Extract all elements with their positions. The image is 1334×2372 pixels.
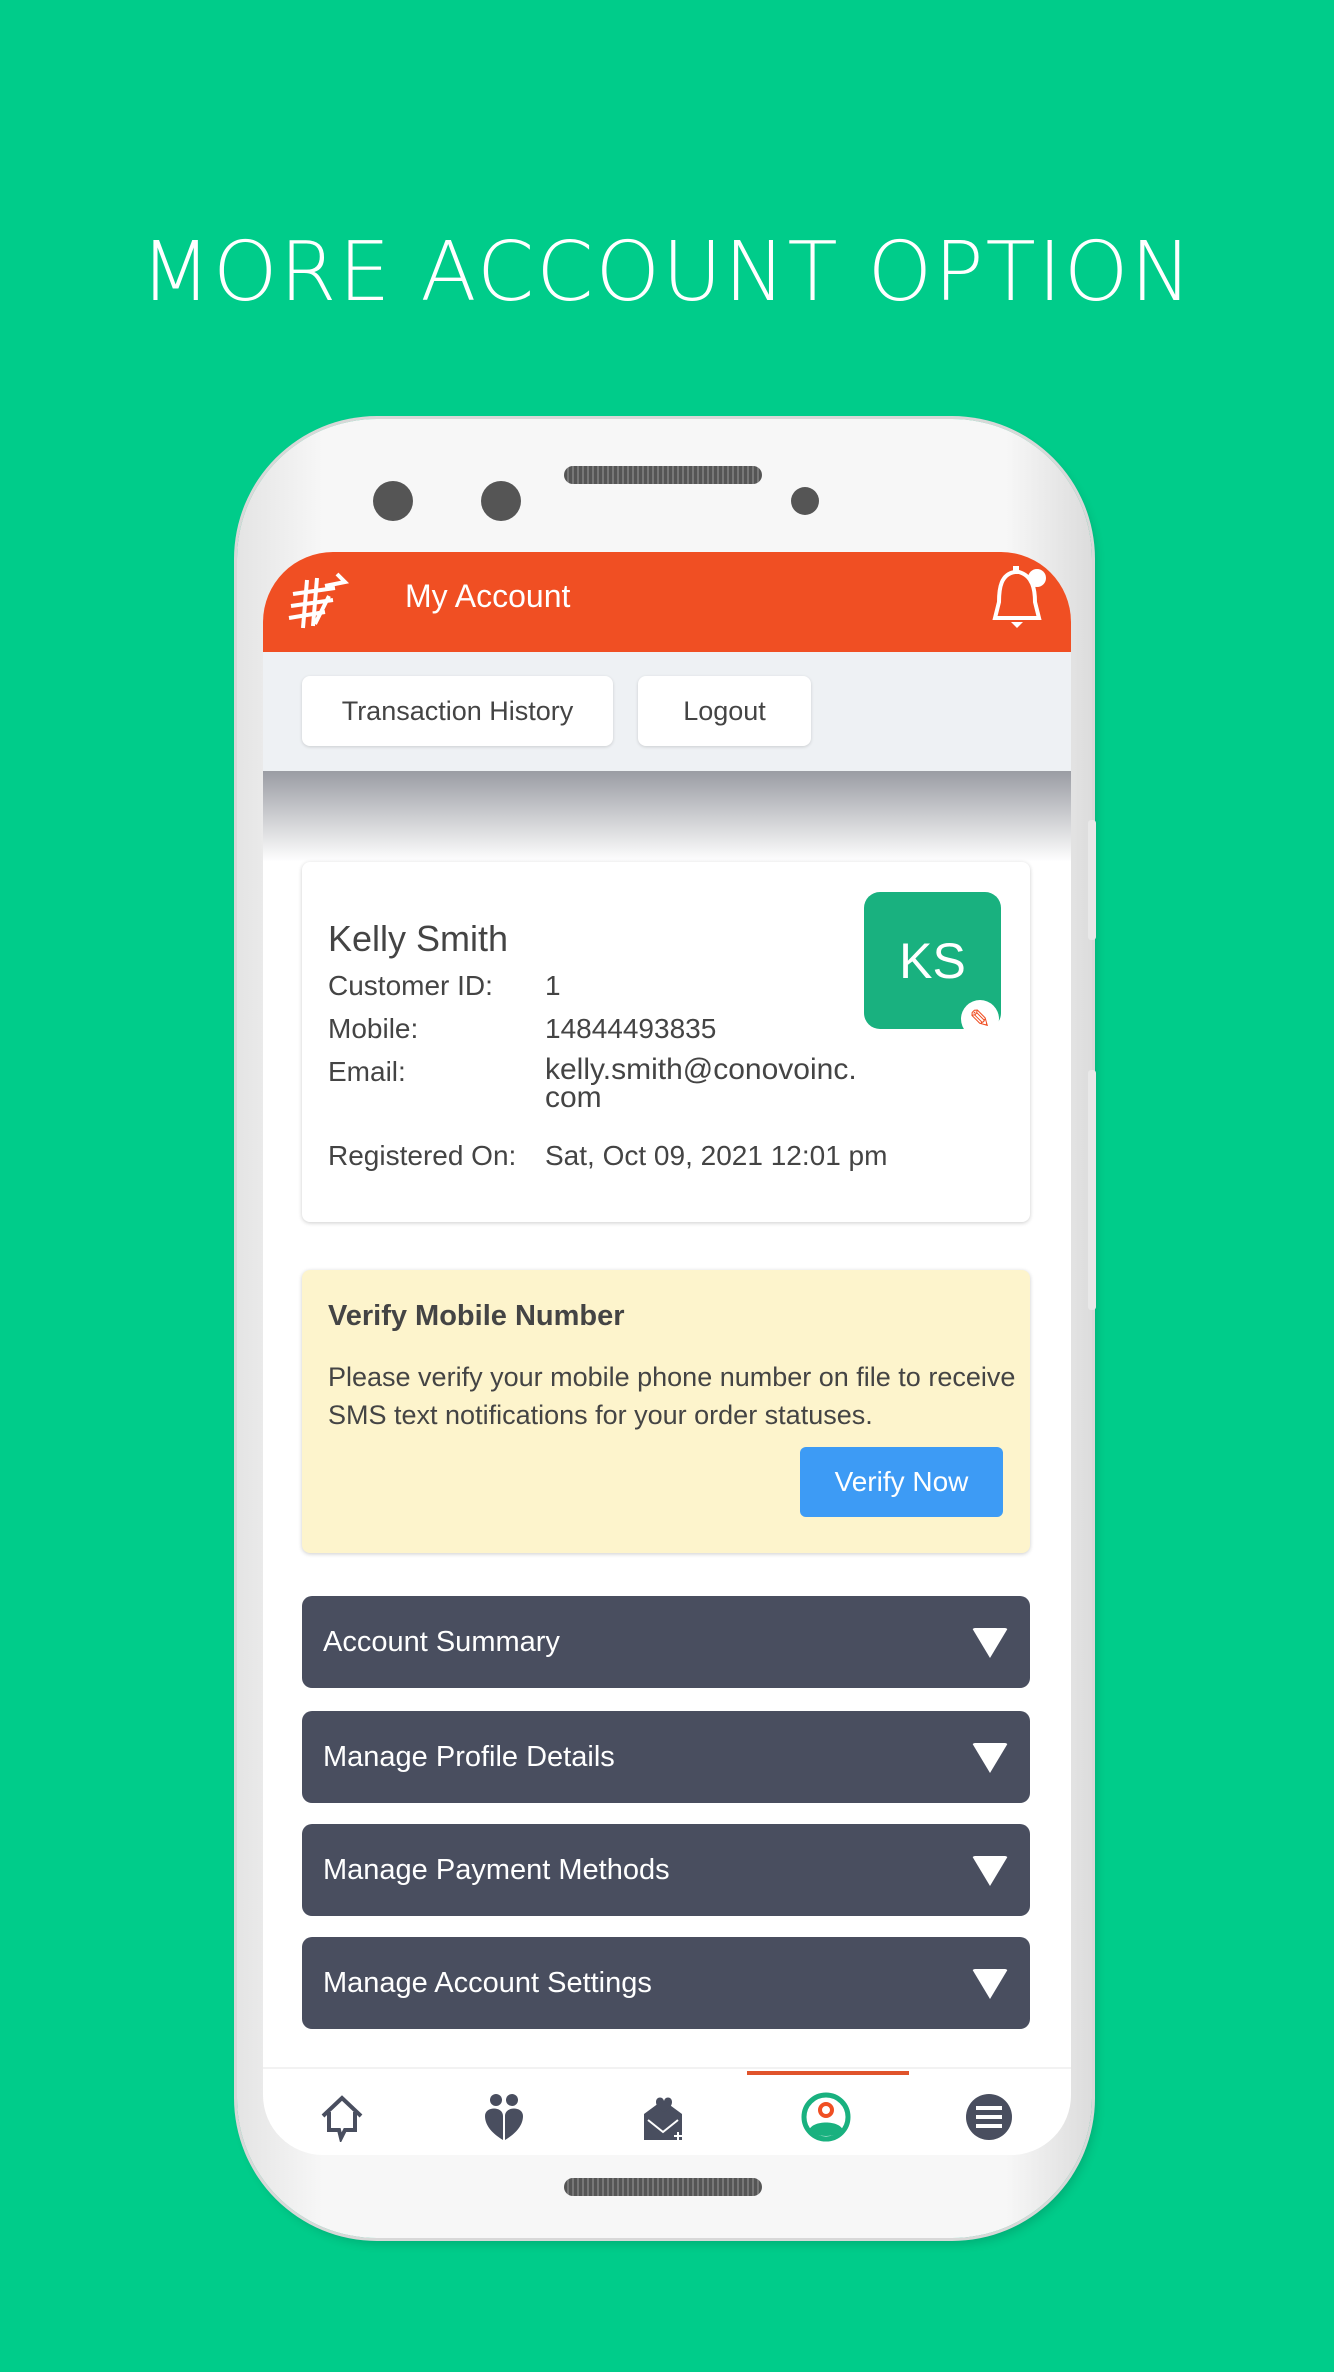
home-icon[interactable] [317, 2092, 367, 2142]
logout-button[interactable]: Logout [638, 676, 811, 746]
transaction-history-button[interactable]: Transaction History [302, 676, 613, 746]
currency-exchange-logo [288, 572, 350, 629]
verify-message: Please verify your mobile phone number o… [328, 1362, 1016, 1430]
bell-icon[interactable] [983, 564, 1053, 638]
email-label: Email: [328, 1056, 406, 1087]
manage-settings-section[interactable]: Manage Account Settings [302, 1937, 1030, 2029]
registered-label: Registered On: [328, 1140, 517, 1171]
profile-card: Kelly Smith Customer ID: 1 Mobile: 14844… [302, 862, 1030, 1222]
camera-icon [481, 481, 521, 521]
manage-profile-section[interactable]: Manage Profile Details [302, 1711, 1030, 1803]
active-tab-indicator [747, 2071, 909, 2075]
manage-payment-section[interactable]: Manage Payment Methods [302, 1824, 1030, 1916]
couple-icon[interactable] [479, 2092, 529, 2142]
headline: MORE ACCOUNT OPTION [140, 225, 1194, 320]
mobile-label: Mobile: [328, 1013, 419, 1044]
mobile-value: 14844493835 [545, 1013, 717, 1044]
speaker [564, 2178, 762, 2196]
app-header: My Account [263, 552, 1071, 652]
section-label: Manage Profile Details [323, 1740, 615, 1773]
account-icon[interactable] [801, 2092, 851, 2142]
chevron-down-icon [972, 1628, 1008, 1658]
section-label: Manage Payment Methods [323, 1853, 670, 1886]
action-bar: Transaction History Logout [263, 652, 1071, 771]
section-label: Account Summary [323, 1625, 560, 1658]
app-screen: My Account Transaction History Logout Ke… [263, 552, 1071, 2155]
page-title: My Account [405, 578, 571, 614]
customer-id-label: Customer ID: [328, 970, 493, 1001]
verify-now-button[interactable]: Verify Now [800, 1447, 1003, 1517]
phone-side-button [1088, 1070, 1096, 1310]
phone-side-button [1088, 820, 1096, 940]
love-letter-icon[interactable] [640, 2092, 690, 2142]
chevron-down-icon [972, 1743, 1008, 1773]
section-label: Manage Account Settings [323, 1966, 652, 1999]
nav-divider [263, 2067, 1071, 2069]
camera-icon [373, 481, 413, 521]
account-summary-section[interactable]: Account Summary [302, 1596, 1030, 1688]
verify-title: Verify Mobile Number [328, 1300, 625, 1332]
header-shadow [263, 771, 1071, 862]
verify-mobile-card: Verify Mobile Number Please verify your … [302, 1270, 1030, 1553]
registered-value: Sat, Oct 09, 2021 12:01 pm [545, 1140, 888, 1171]
edit-pencil-icon[interactable]: ✎ [961, 1000, 999, 1038]
speaker [564, 466, 762, 484]
chevron-down-icon [972, 1969, 1008, 1999]
customer-id-value: 1 [545, 970, 561, 1001]
email-value: kelly.smith@conovoinc. com [545, 1053, 857, 1114]
menu-icon[interactable] [964, 2092, 1014, 2142]
chevron-down-icon [972, 1856, 1008, 1886]
customer-name: Kelly Smith [328, 918, 509, 959]
notification-dot [1028, 569, 1046, 587]
sensor-icon [791, 487, 819, 515]
